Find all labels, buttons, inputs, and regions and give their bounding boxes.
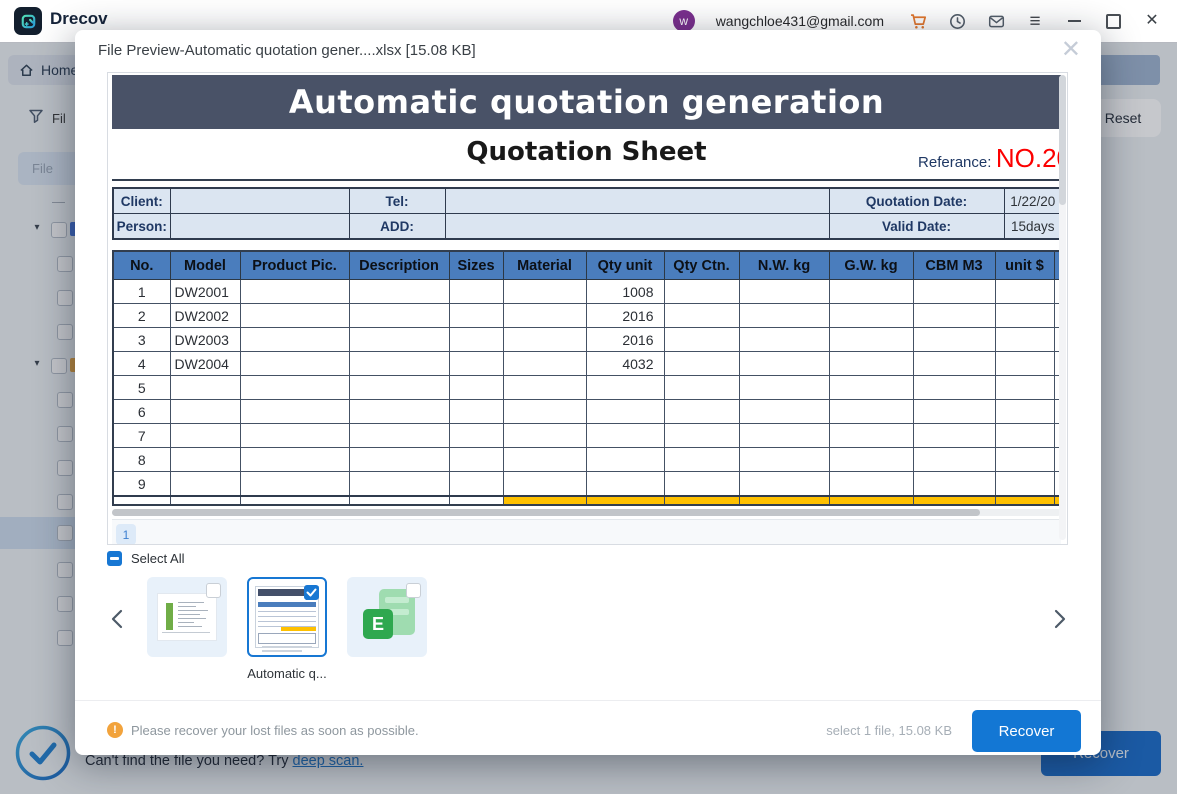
modal-title: File Preview-Automatic quotation gener..… bbox=[98, 42, 476, 59]
sheet-tab-strip: 1 bbox=[112, 519, 1061, 545]
preview-table-body: 1DW200110082DW200220163DW200320164DW2004… bbox=[113, 280, 1062, 497]
drecov-logo-icon bbox=[14, 7, 42, 35]
preview-table-row: 4DW20044032 bbox=[113, 352, 1062, 376]
column-header: Qty Ctn. bbox=[664, 251, 739, 280]
selection-summary: select 1 file, 15.08 KB bbox=[826, 723, 952, 738]
column-header: Model bbox=[170, 251, 240, 280]
thumbnail-file-3[interactable]: E bbox=[347, 577, 427, 657]
info-row: Person: ADD: Valid Date: 15days bbox=[113, 214, 1062, 240]
vertical-scrollbar-thumb[interactable] bbox=[1059, 75, 1066, 205]
preview-table-row: 1DW20011008 bbox=[113, 280, 1062, 304]
preview-table-yellow-row bbox=[113, 496, 1062, 505]
reference-number: NO.20 bbox=[996, 143, 1061, 173]
avatar[interactable]: w bbox=[673, 10, 695, 32]
close-window-icon[interactable]: ✕ bbox=[1143, 12, 1161, 30]
thumbnail-1-checkbox[interactable] bbox=[206, 583, 221, 598]
preview-table-row: 8 bbox=[113, 448, 1062, 472]
thumbnail-2-checkbox-checked[interactable] bbox=[304, 585, 319, 600]
horizontal-scrollbar-thumb[interactable] bbox=[112, 509, 980, 516]
column-header: CBM M3 bbox=[913, 251, 995, 280]
column-header: unit $ bbox=[995, 251, 1054, 280]
select-all-row[interactable]: Select All bbox=[107, 551, 184, 566]
chevron-left-icon[interactable] bbox=[106, 607, 128, 631]
column-header: G.W. kg bbox=[829, 251, 913, 280]
maximize-icon[interactable] bbox=[1104, 12, 1122, 30]
cart-icon[interactable] bbox=[909, 12, 927, 30]
app-title: Drecov bbox=[50, 9, 108, 29]
preview-table-row: 2DW20022016 bbox=[113, 304, 1062, 328]
footer-warning-text: Please recover your lost files as soon a… bbox=[131, 723, 419, 738]
sheet-tab-1[interactable]: 1 bbox=[116, 524, 136, 545]
preview-table-row: 5 bbox=[113, 376, 1062, 400]
vertical-scrollbar[interactable] bbox=[1059, 75, 1066, 540]
reference: Referance: NO.20 bbox=[918, 143, 1061, 174]
column-header: Product Pic. bbox=[240, 251, 349, 280]
preview-table-header-row: No.ModelProduct Pic.DescriptionSizesMate… bbox=[113, 251, 1062, 280]
thumbnail-file-2-selected[interactable] bbox=[247, 577, 327, 657]
warning-icon: ! bbox=[107, 722, 123, 738]
preview-table-row: 7 bbox=[113, 424, 1062, 448]
column-header: Description bbox=[349, 251, 449, 280]
chevron-right-icon[interactable] bbox=[1049, 607, 1071, 631]
thumbnail-1-preview-image bbox=[158, 594, 216, 640]
preview-table-row: 6 bbox=[113, 400, 1062, 424]
preview-banner: Automatic quotation generation bbox=[112, 75, 1061, 129]
app-window: Drecov w wangchloe431@gmail.com bbox=[0, 0, 1177, 794]
selected-thumbnail-caption: Automatic q... bbox=[232, 666, 342, 681]
column-header: Sizes bbox=[449, 251, 503, 280]
column-header: Qty unit bbox=[586, 251, 664, 280]
select-all-label: Select All bbox=[131, 551, 184, 566]
file-preview-modal: File Preview-Automatic quotation gener..… bbox=[75, 30, 1101, 755]
menu-icon[interactable]: ≡ bbox=[1026, 12, 1044, 30]
history-icon[interactable] bbox=[948, 12, 966, 30]
column-header: N.W. kg bbox=[739, 251, 829, 280]
recover-button[interactable]: Recover bbox=[972, 710, 1081, 752]
horizontal-scrollbar[interactable] bbox=[112, 509, 1061, 516]
select-all-checkbox[interactable] bbox=[107, 551, 122, 566]
minimize-icon[interactable] bbox=[1065, 12, 1083, 30]
modal-close-icon[interactable]: ✕ bbox=[1061, 38, 1081, 62]
column-header: Material bbox=[503, 251, 586, 280]
quotation-info-table: Client: Tel: Quotation Date: 1/22/20 Per… bbox=[112, 187, 1063, 240]
preview-panel: Automatic quotation generation Quotation… bbox=[107, 72, 1068, 545]
mail-icon[interactable] bbox=[987, 12, 1005, 30]
thumbnail-3-checkbox[interactable] bbox=[406, 583, 421, 598]
preview-banner-title: Automatic quotation generation bbox=[289, 83, 884, 121]
info-row: Client: Tel: Quotation Date: 1/22/20 bbox=[113, 188, 1062, 214]
footer-divider bbox=[75, 700, 1101, 701]
quotation-table: No.ModelProduct Pic.DescriptionSizesMate… bbox=[112, 250, 1063, 506]
user-email: wangchloe431@gmail.com bbox=[716, 13, 884, 29]
preview-table-row: 9 bbox=[113, 472, 1062, 497]
column-header: No. bbox=[113, 251, 170, 280]
preview-table-row: 3DW20032016 bbox=[113, 328, 1062, 352]
thumbnail-file-1[interactable] bbox=[147, 577, 227, 657]
